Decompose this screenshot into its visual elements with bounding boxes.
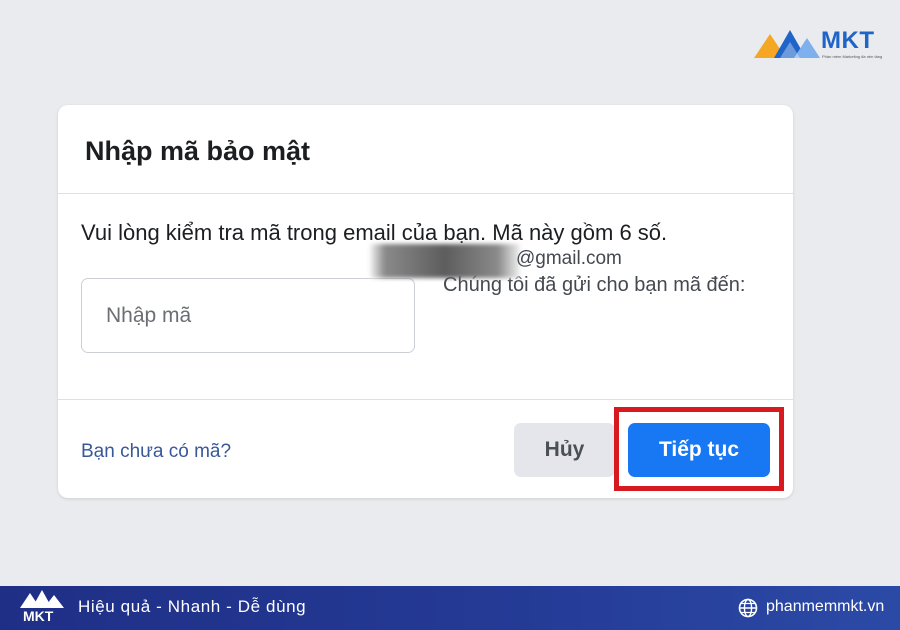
dialog-title: Nhập mã bảo mật xyxy=(85,136,311,166)
footer-logo: MKT xyxy=(20,589,64,627)
email-domain-text: @gmail.com xyxy=(516,248,622,269)
brand-logo-icon xyxy=(754,30,820,58)
instruction-text: Vui lòng kiểm tra mã trong email của bạn… xyxy=(81,220,668,245)
no-code-link[interactable]: Bạn chưa có mã? xyxy=(81,441,231,463)
footer-logo-icon xyxy=(20,590,64,608)
continue-button[interactable]: Tiếp tục xyxy=(628,423,770,477)
security-code-dialog: Nhập mã bảo mật Vui lòng kiểm tra mã tro… xyxy=(58,105,793,498)
dialog-body: Vui lòng kiểm tra mã trong email của bạn… xyxy=(58,194,793,400)
email-redaction-blur xyxy=(370,244,520,278)
globe-icon xyxy=(738,598,758,618)
cancel-button[interactable]: Hủy xyxy=(514,423,615,477)
security-code-input[interactable] xyxy=(81,278,415,353)
footer-slogan: Hiệu quả - Nhanh - Dễ dùng xyxy=(78,597,307,616)
brand-logo-text: MKT xyxy=(821,27,875,54)
brand-logo-tagline: Phần mềm Marketing đa nền tảng xyxy=(822,54,883,59)
dialog-header: Nhập mã bảo mật xyxy=(58,105,793,194)
footer-logo-text: MKT xyxy=(23,608,54,624)
brand-logo: MKT Phần mềm Marketing đa nền tảng xyxy=(752,26,892,66)
footer-banner: MKT Hiệu quả - Nhanh - Dễ dùng phanmemmk… xyxy=(0,586,900,630)
website-link[interactable]: phanmemmkt.vn xyxy=(766,598,884,616)
